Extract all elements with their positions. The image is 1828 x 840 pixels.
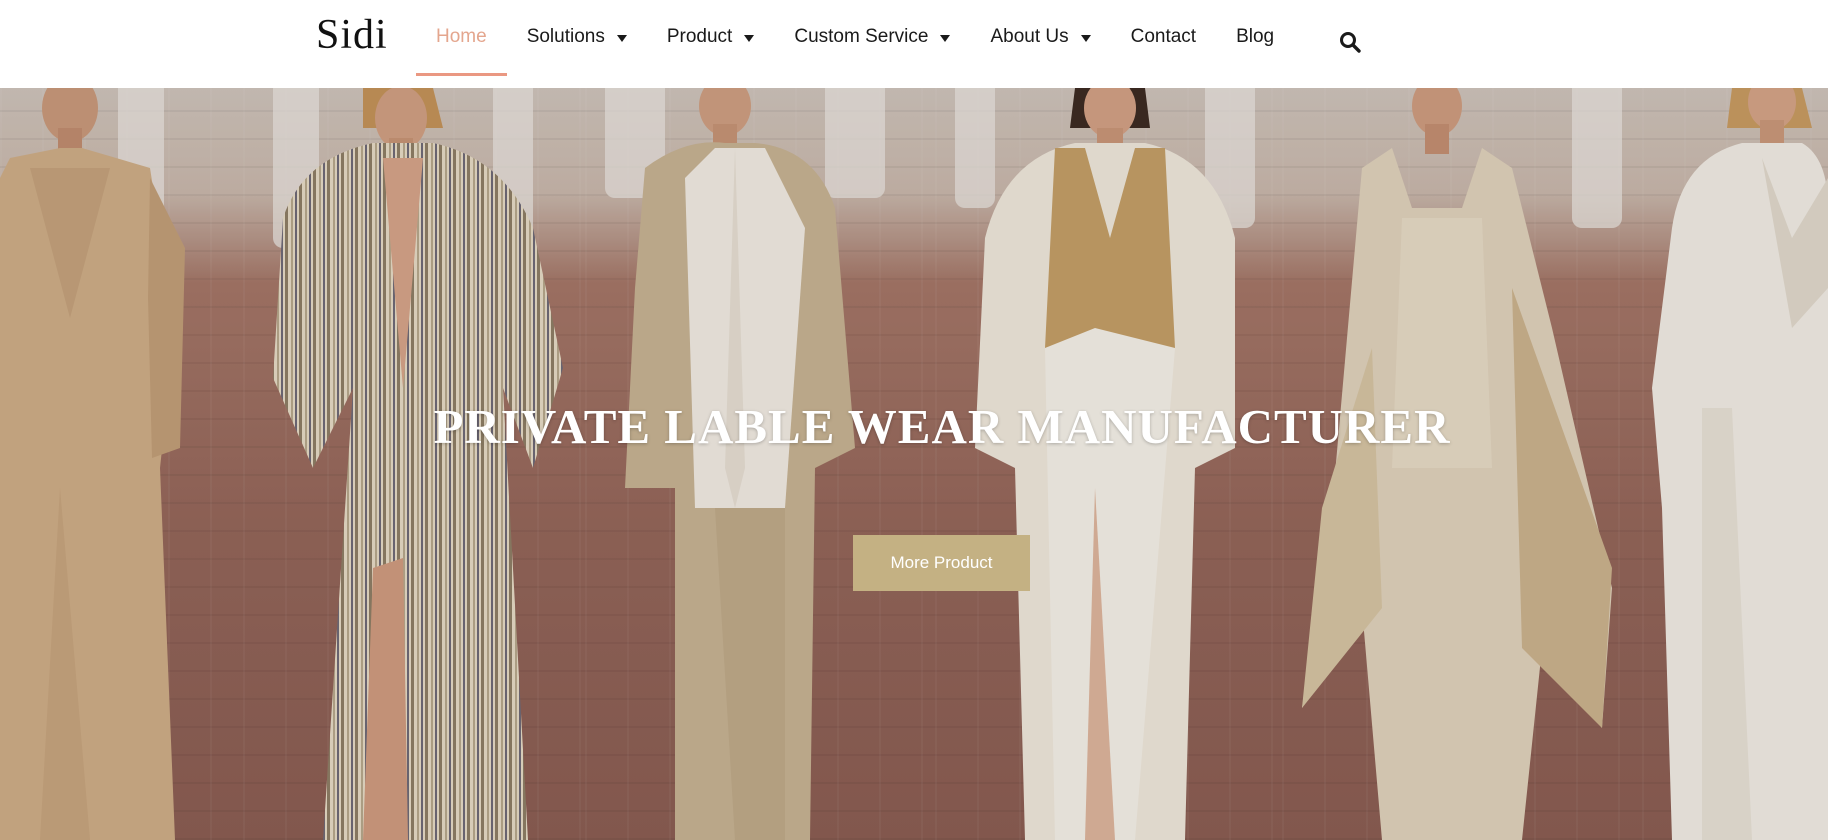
- nav-about-us-label: About Us: [990, 26, 1069, 47]
- more-product-button[interactable]: More Product: [853, 535, 1030, 591]
- caret-down-icon: [1080, 34, 1091, 42]
- search-icon: [1340, 32, 1361, 53]
- site-header: Sidi Home Solutions Product Custom Servi…: [0, 0, 1828, 88]
- nav-custom-service-label: Custom Service: [794, 26, 929, 47]
- site-logo[interactable]: Sidi: [316, 10, 388, 60]
- nav-blog-label: Blog: [1236, 26, 1275, 47]
- nav-solutions[interactable]: Solutions: [507, 0, 647, 74]
- nav-about-us[interactable]: About Us: [970, 0, 1110, 74]
- main-nav: Home Solutions Product Custom Service Ab…: [416, 0, 1294, 76]
- caret-down-icon: [616, 34, 627, 42]
- nav-solutions-label: Solutions: [526, 26, 605, 47]
- caret-down-icon: [940, 34, 951, 42]
- nav-contact[interactable]: Contact: [1111, 0, 1216, 74]
- nav-custom-service[interactable]: Custom Service: [774, 0, 970, 74]
- nav-blog[interactable]: Blog: [1216, 0, 1294, 74]
- nav-product[interactable]: Product: [647, 0, 774, 74]
- hero-overlay: [0, 88, 1828, 840]
- nav-home-label: Home: [436, 26, 487, 47]
- caret-down-icon: [744, 34, 755, 42]
- hero-title: PRIVATE LABLE WEAR MANUFACTURER: [433, 399, 1451, 454]
- hero-banner: PRIVATE LABLE WEAR MANUFACTURER More Pro…: [0, 88, 1828, 840]
- nav-contact-label: Contact: [1130, 26, 1197, 47]
- nav-home[interactable]: Home: [416, 0, 507, 76]
- nav-product-label: Product: [666, 26, 733, 47]
- search-button[interactable]: [1338, 30, 1364, 56]
